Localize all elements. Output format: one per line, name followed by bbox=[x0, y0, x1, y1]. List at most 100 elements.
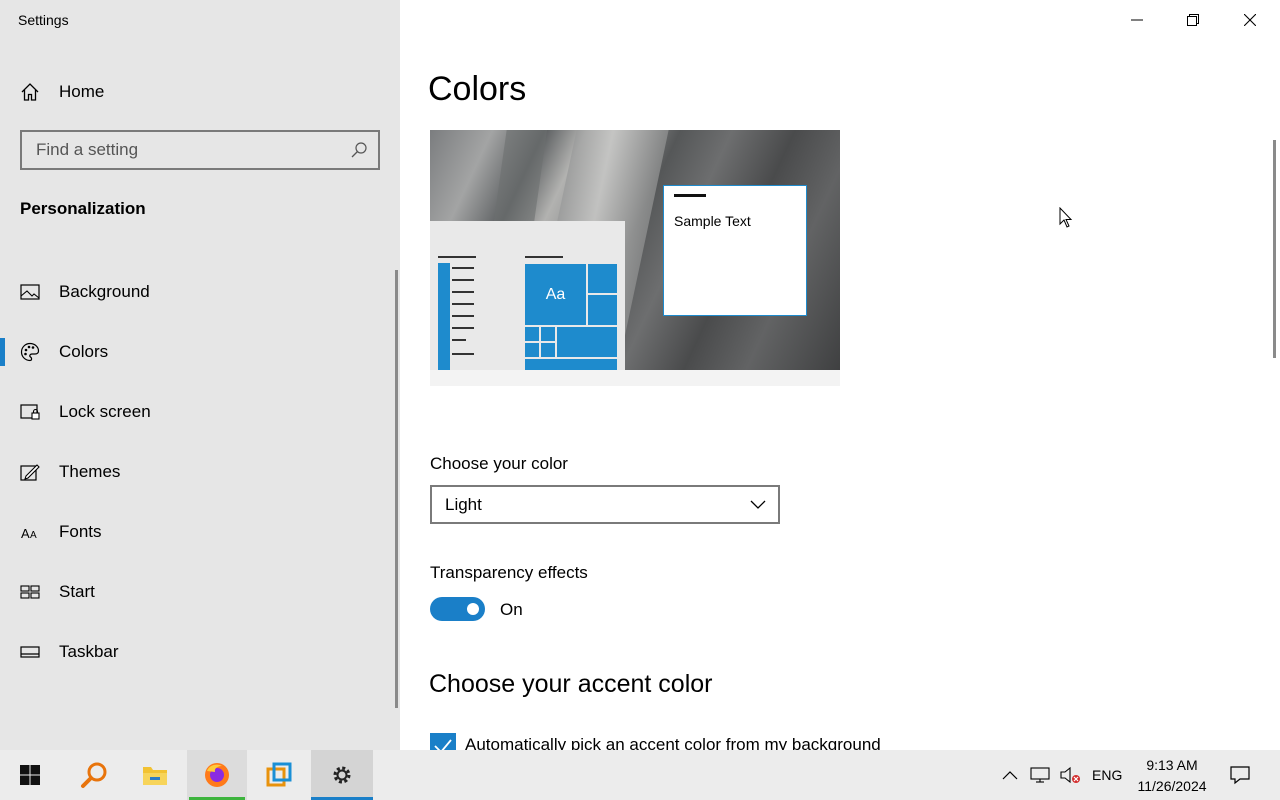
sidebar-scrollbar[interactable] bbox=[395, 270, 398, 708]
sidebar: Settings Home Personalization Background… bbox=[0, 0, 400, 750]
sidebar-item-label: Themes bbox=[59, 462, 121, 481]
start-button[interactable] bbox=[0, 750, 60, 800]
preview-tile bbox=[525, 327, 539, 341]
input-language[interactable]: ENG bbox=[1092, 767, 1122, 783]
file-explorer-icon bbox=[143, 767, 167, 785]
preview-window-titlebar bbox=[674, 194, 706, 197]
preview-line bbox=[452, 327, 474, 329]
network-tray[interactable] bbox=[1028, 750, 1052, 800]
search-icon bbox=[81, 762, 107, 788]
nav-list: Background Colors Lock screen Themes AA … bbox=[0, 262, 396, 682]
clock[interactable]: 9:13 AM 11/26/2024 bbox=[1128, 755, 1216, 797]
sidebar-item-label: Background bbox=[59, 282, 150, 301]
palette-icon bbox=[20, 342, 40, 362]
image-icon bbox=[20, 282, 40, 302]
home-icon bbox=[20, 82, 40, 102]
color-mode-dropdown[interactable]: Light bbox=[430, 485, 780, 524]
home-label: Home bbox=[59, 82, 105, 101]
sidebar-item-background[interactable]: Background bbox=[0, 262, 396, 322]
preview-line bbox=[452, 315, 474, 317]
sidebar-item-lock-screen[interactable]: Lock screen bbox=[0, 382, 396, 442]
sidebar-item-themes[interactable]: Themes bbox=[0, 442, 396, 502]
show-hidden-icons[interactable] bbox=[998, 750, 1022, 800]
themes-icon bbox=[20, 462, 40, 482]
preview-app-list-bar bbox=[438, 263, 450, 370]
preview-sample-text: Sample Text bbox=[674, 213, 751, 229]
preview-line bbox=[452, 353, 474, 355]
svg-text:A: A bbox=[21, 526, 30, 541]
volume-tray[interactable] bbox=[1057, 750, 1083, 800]
sidebar-item-label: Taskbar bbox=[59, 642, 119, 661]
transparency-label: Transparency effects bbox=[430, 563, 588, 582]
taskbar-firefox[interactable] bbox=[187, 750, 247, 800]
chevron-down-icon bbox=[750, 500, 766, 509]
svg-text:A: A bbox=[30, 530, 37, 541]
sidebar-item-start[interactable]: Start bbox=[0, 562, 396, 622]
preview-tile bbox=[557, 327, 617, 357]
preview-line bbox=[452, 279, 474, 281]
app-icon bbox=[266, 762, 292, 787]
preview-line bbox=[452, 303, 474, 305]
search-icon[interactable] bbox=[350, 141, 368, 159]
color-preview: Aa Sample Text bbox=[430, 130, 840, 370]
mouse-cursor-icon bbox=[1059, 207, 1073, 228]
section-label: Personalization bbox=[20, 199, 146, 218]
preview-taskbar bbox=[430, 370, 840, 386]
preview-line bbox=[452, 291, 474, 293]
main-scrollbar[interactable] bbox=[1273, 140, 1276, 358]
taskbar-settings[interactable] bbox=[311, 750, 373, 800]
preview-line bbox=[452, 339, 466, 341]
settings-icon bbox=[333, 766, 351, 784]
close-icon bbox=[1244, 14, 1256, 26]
transparency-state: On bbox=[500, 600, 523, 619]
network-icon bbox=[1030, 767, 1050, 783]
sidebar-item-label: Lock screen bbox=[59, 402, 151, 421]
preview-window: Sample Text bbox=[663, 185, 807, 316]
volume-muted-icon bbox=[1060, 766, 1080, 784]
preview-start-menu: Aa bbox=[430, 221, 625, 370]
preview-line bbox=[452, 267, 474, 269]
notification-icon bbox=[1230, 766, 1250, 785]
preview-tile bbox=[525, 359, 617, 370]
action-center-button[interactable] bbox=[1226, 750, 1254, 800]
minimize-button[interactable] bbox=[1109, 0, 1165, 40]
minimize-icon bbox=[1131, 19, 1143, 21]
page-title: Colors bbox=[428, 70, 527, 108]
preview-line bbox=[525, 256, 563, 258]
taskbar: ENG 9:13 AM 11/26/2024 bbox=[0, 750, 1280, 800]
home-link[interactable]: Home bbox=[20, 76, 104, 108]
accent-heading: Choose your accent color bbox=[429, 670, 713, 698]
search-input[interactable] bbox=[22, 132, 342, 168]
toggle-knob bbox=[467, 603, 479, 615]
preview-tile-text: Aa bbox=[545, 285, 566, 303]
taskbar-icon bbox=[20, 642, 40, 662]
sidebar-item-colors[interactable]: Colors bbox=[0, 322, 396, 382]
sidebar-item-label: Colors bbox=[59, 342, 109, 361]
restore-button[interactable] bbox=[1165, 0, 1221, 40]
sidebar-item-fonts[interactable]: AA Fonts bbox=[0, 502, 396, 562]
fonts-icon: AA bbox=[20, 522, 40, 542]
preview-tile bbox=[525, 343, 539, 357]
sidebar-item-taskbar[interactable]: Taskbar bbox=[0, 622, 396, 682]
clock-time: 9:13 AM bbox=[1146, 757, 1198, 773]
dropdown-value: Light bbox=[445, 494, 482, 514]
preview-line bbox=[438, 256, 476, 258]
taskbar-app[interactable] bbox=[249, 750, 309, 800]
preview-tile bbox=[588, 264, 617, 293]
transparency-toggle[interactable] bbox=[430, 597, 485, 621]
app-title: Settings bbox=[18, 12, 69, 28]
firefox-icon bbox=[205, 763, 229, 787]
lock-screen-icon bbox=[20, 402, 40, 422]
start-icon bbox=[20, 582, 40, 602]
preview-tile bbox=[588, 295, 617, 325]
clock-date: 11/26/2024 bbox=[1137, 778, 1207, 794]
search-box[interactable] bbox=[20, 130, 380, 170]
taskbar-search-button[interactable] bbox=[64, 750, 124, 800]
preview-tile bbox=[541, 343, 555, 357]
chevron-up-icon bbox=[1002, 771, 1018, 780]
windows-start-icon bbox=[20, 765, 40, 785]
preview-tile bbox=[541, 327, 555, 341]
taskbar-file-explorer[interactable] bbox=[125, 750, 185, 800]
close-button[interactable] bbox=[1222, 0, 1278, 40]
restore-icon bbox=[1187, 14, 1199, 26]
